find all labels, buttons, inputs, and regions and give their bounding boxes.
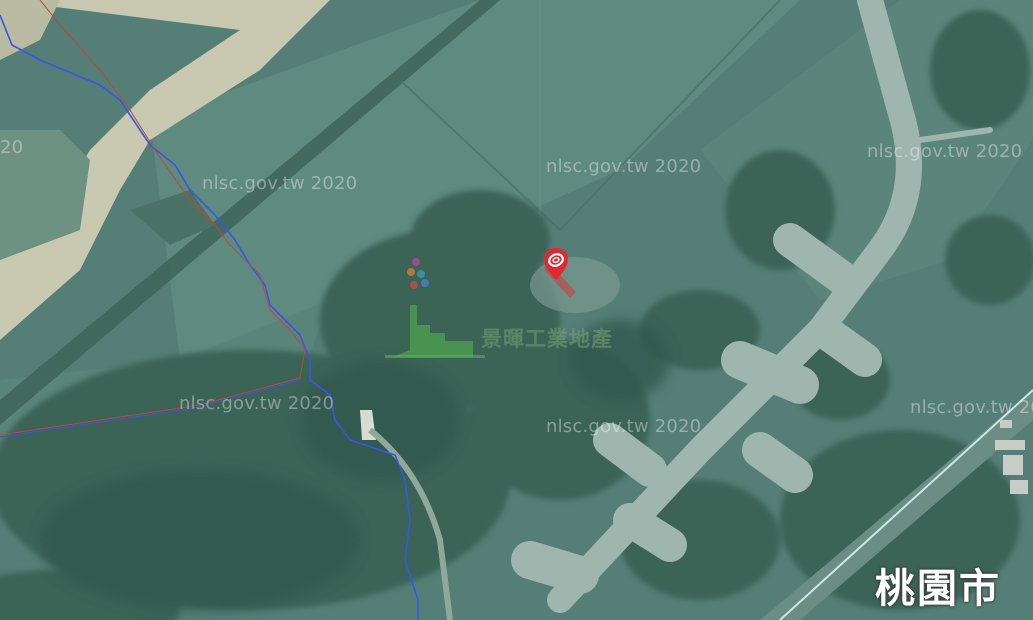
- watermark: nlsc.gov.tw 2020: [546, 156, 702, 177]
- map-pin-icon: [544, 248, 576, 298]
- watermark: nlsc.gov.tw 2020: [179, 393, 335, 414]
- satellite-map[interactable]: nlsc.gov.tw 2020 nlsc.gov.tw 2020 nlsc.g…: [0, 0, 1033, 620]
- industrial-park-marker[interactable]: 景暉工業地產: [385, 255, 675, 365]
- watermark: nlsc.gov.tw 2020: [546, 416, 702, 437]
- park-label: 景暉工業地產: [481, 327, 613, 351]
- watermark: nlsc.gov.tw 2020: [910, 397, 1033, 418]
- watermark: nlsc.gov.tw 2020: [202, 173, 358, 194]
- watermark-fragment: 20: [0, 137, 24, 158]
- region-label: 桃園市: [875, 566, 1001, 612]
- location-marker[interactable]: [540, 244, 580, 302]
- watermark: nlsc.gov.tw 2020: [867, 141, 1023, 162]
- park-logo-icon: [385, 258, 485, 358]
